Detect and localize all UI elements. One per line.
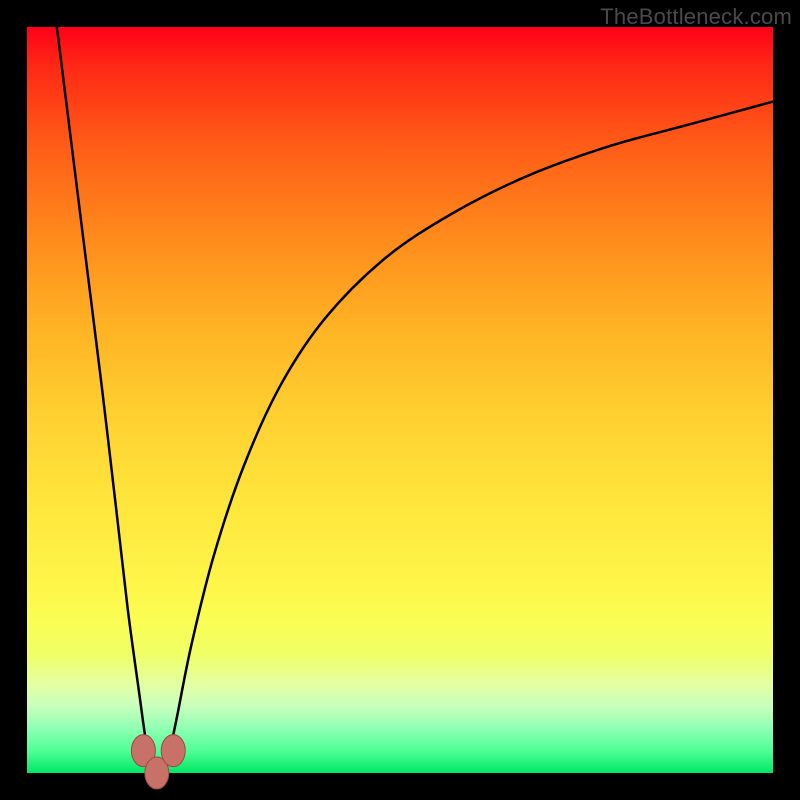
watermark-text: TheBottleneck.com [600,4,792,30]
valley-marker [161,735,185,767]
chart-marker-layer [27,27,773,773]
chart-frame: TheBottleneck.com [0,0,800,800]
